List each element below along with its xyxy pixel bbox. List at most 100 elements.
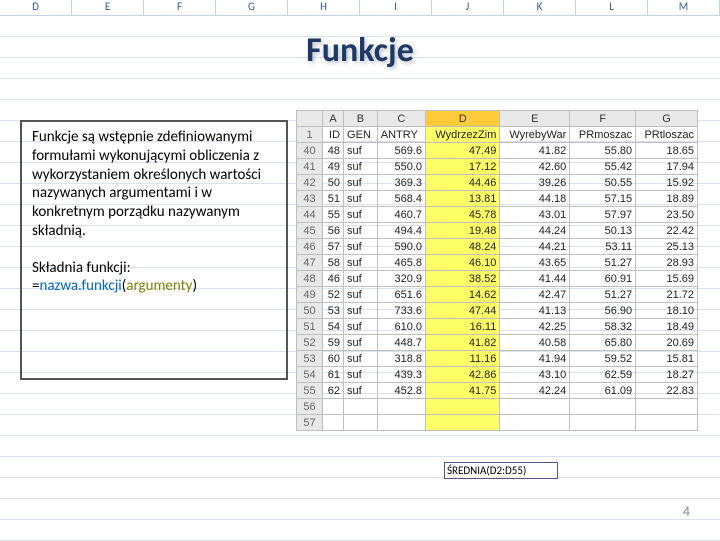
table-cell: 45 <box>297 223 323 239</box>
table-col-header: G <box>636 111 698 127</box>
table-cell: 42.47 <box>500 287 570 303</box>
syntax-paren-close: ) <box>192 277 197 295</box>
table-cell: 41.94 <box>500 351 570 367</box>
table-cell <box>344 415 378 431</box>
table-cell: 42.86 <box>425 367 499 383</box>
syntax-args: argumenty <box>126 277 192 295</box>
table-cell: 550.0 <box>377 159 425 175</box>
table-cell: 52 <box>323 287 344 303</box>
table-cell: suf <box>344 383 378 399</box>
table-cell: 43.01 <box>500 207 570 223</box>
table-cell: 651.6 <box>377 287 425 303</box>
table-cell <box>323 399 344 415</box>
table-cell: 52 <box>297 335 323 351</box>
table-cell: 18.65 <box>636 143 698 159</box>
table-cell: 494.4 <box>377 223 425 239</box>
table-cell: 47.49 <box>425 143 499 159</box>
table-cell: 11.16 <box>425 351 499 367</box>
table-cell: 569.6 <box>377 143 425 159</box>
table-col-header: E <box>500 111 570 127</box>
table-cell: 47 <box>297 255 323 271</box>
table-cell: 51 <box>323 191 344 207</box>
table-cell: 56.90 <box>570 303 636 319</box>
syntax-label: Składnia funkcji: <box>32 259 131 277</box>
table-header-cell: PRmoszac <box>570 127 636 143</box>
table-col-header: B <box>344 111 378 127</box>
table-cell: 55 <box>297 383 323 399</box>
table-header-cell: PRtloszac <box>636 127 698 143</box>
slide-number: 4 <box>683 503 690 520</box>
table-cell: 590.0 <box>377 239 425 255</box>
table-cell <box>377 415 425 431</box>
table-cell: 46 <box>323 271 344 287</box>
table-cell: 53 <box>323 303 344 319</box>
table-cell: 53 <box>297 351 323 367</box>
table-cell: 17.12 <box>425 159 499 175</box>
table-cell: 44 <box>297 207 323 223</box>
table-cell: 18.49 <box>636 319 698 335</box>
table-cell: suf <box>344 239 378 255</box>
formula-cell: ŚREDNIA(D2:D55) <box>444 462 558 479</box>
table-cell: suf <box>344 287 378 303</box>
table-cell: 65.80 <box>570 335 636 351</box>
table-cell: 42.24 <box>500 383 570 399</box>
table-cell: 40.58 <box>500 335 570 351</box>
table-cell: 40 <box>297 143 323 159</box>
table-cell: suf <box>344 319 378 335</box>
table-cell <box>500 399 570 415</box>
table-cell: 369.3 <box>377 175 425 191</box>
table-cell: 19.48 <box>425 223 499 239</box>
table-cell <box>425 399 499 415</box>
table-cell: suf <box>344 159 378 175</box>
table-cell: 61 <box>323 367 344 383</box>
table-cell: 57.97 <box>570 207 636 223</box>
table-cell: 43.10 <box>500 367 570 383</box>
table-col-header: F <box>570 111 636 127</box>
table-cell: 58.32 <box>570 319 636 335</box>
table-cell: 46.10 <box>425 255 499 271</box>
table-cell: 51.27 <box>570 287 636 303</box>
table-cell: suf <box>344 335 378 351</box>
table-cell <box>636 415 698 431</box>
table-cell <box>636 399 698 415</box>
table-cell: 51 <box>297 319 323 335</box>
syntax-func-name: nazwa.funkcji <box>39 277 121 295</box>
table-cell: 45.78 <box>425 207 499 223</box>
table-cell: 318.8 <box>377 351 425 367</box>
table-cell: suf <box>344 271 378 287</box>
table-cell: 47.44 <box>425 303 499 319</box>
table-cell: 39.26 <box>500 175 570 191</box>
table-cell: 50.55 <box>570 175 636 191</box>
table-cell: 59 <box>323 335 344 351</box>
table-cell: 57.15 <box>570 191 636 207</box>
table-cell: 41.82 <box>500 143 570 159</box>
table-cell: suf <box>344 303 378 319</box>
table-col-header: A <box>323 111 344 127</box>
table-cell: 14.62 <box>425 287 499 303</box>
table-cell: 568.4 <box>377 191 425 207</box>
table-cell: 42.25 <box>500 319 570 335</box>
slide-title: Funkcje <box>0 30 720 71</box>
table-cell: 41.44 <box>500 271 570 287</box>
table-cell <box>570 415 636 431</box>
table-cell: 60.91 <box>570 271 636 287</box>
table-cell <box>377 399 425 415</box>
table-cell: 465.8 <box>377 255 425 271</box>
table-cell: 44.21 <box>500 239 570 255</box>
table-cell: 13.81 <box>425 191 499 207</box>
table-cell: suf <box>344 175 378 191</box>
table-cell: 50 <box>297 303 323 319</box>
table-cell: 57 <box>323 239 344 255</box>
table-cell: 16.11 <box>425 319 499 335</box>
table-cell: suf <box>344 223 378 239</box>
table-cell: 48 <box>323 143 344 159</box>
table-header-cell: 1 <box>297 127 323 143</box>
table-cell: 448.7 <box>377 335 425 351</box>
table-cell: 41.13 <box>500 303 570 319</box>
table-cell: 59.52 <box>570 351 636 367</box>
table-cell: 22.83 <box>636 383 698 399</box>
table-header-cell: GEN <box>344 127 378 143</box>
table-cell: 42.60 <box>500 159 570 175</box>
table-cell: 43 <box>297 191 323 207</box>
table-cell: 23.50 <box>636 207 698 223</box>
